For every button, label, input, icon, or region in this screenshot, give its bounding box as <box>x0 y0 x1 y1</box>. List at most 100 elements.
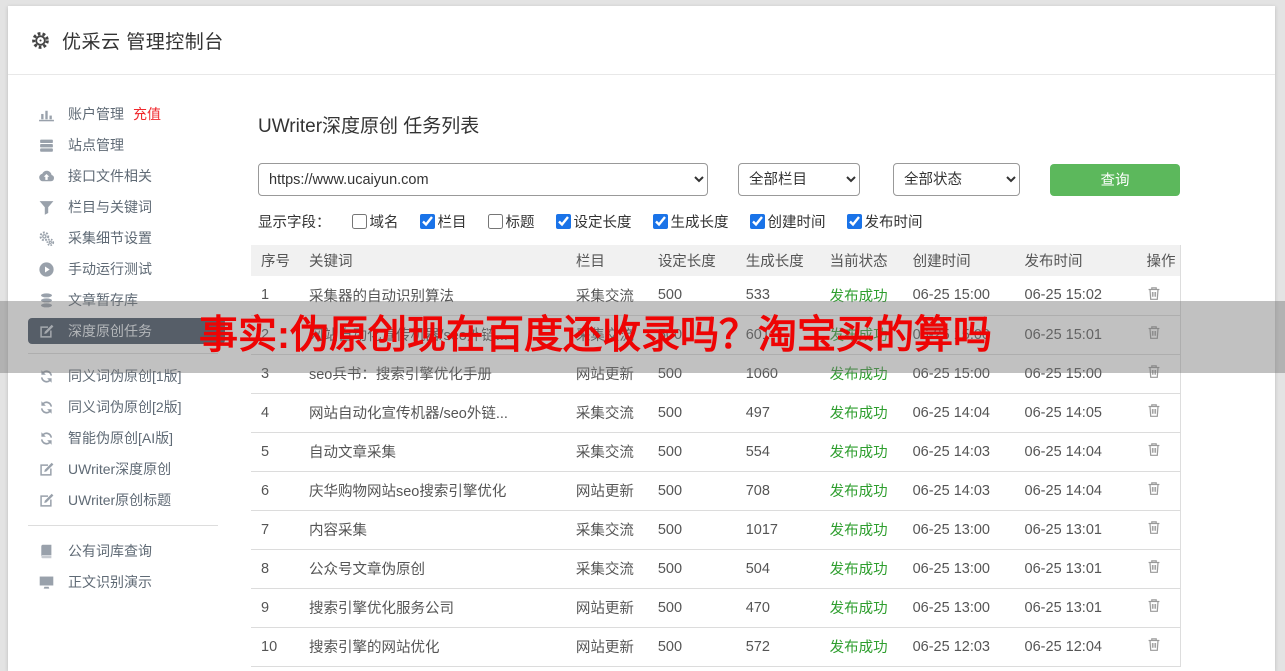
delete-button[interactable] <box>1146 597 1162 614</box>
delete-button[interactable] <box>1146 480 1162 497</box>
sidebar-item-label: 栏目与关键词 <box>68 199 152 215</box>
cell-status: 发布成功 <box>819 432 903 472</box>
cell-set-length: 500 <box>647 588 736 628</box>
field-checkbox-label: 标题 <box>505 215 535 231</box>
column-header: 栏目 <box>565 245 648 276</box>
column-select[interactable]: 全部栏目 <box>738 163 860 196</box>
cell-column: 采集交流 <box>565 510 648 550</box>
cell-action <box>1136 549 1181 589</box>
sidebar-item[interactable]: UWriter原创标题 <box>28 487 225 513</box>
cell-gen-length: 533 <box>735 276 820 316</box>
sidebar-item[interactable]: 同义词伪原创[1版] <box>28 363 225 389</box>
field-checkbox-input[interactable] <box>419 214 435 229</box>
delete-button[interactable] <box>1146 324 1162 341</box>
delete-button[interactable] <box>1146 558 1162 575</box>
cell-action <box>1136 627 1181 667</box>
cell-no: 8 <box>251 549 299 589</box>
cell-gen-length: 601 <box>735 315 820 355</box>
table-row: 5 自动文章采集 采集交流 500 554 发布成功 06-25 14:03 0… <box>251 432 1181 472</box>
cell-set-length: 500 <box>647 432 736 472</box>
sidebar-item[interactable]: 接口文件相关 <box>28 163 225 189</box>
field-checkbox-input[interactable] <box>846 214 862 229</box>
sidebar-item[interactable]: 公有词库查询 <box>28 538 225 564</box>
bar-chart-icon <box>38 106 55 123</box>
sidebar-item[interactable]: 文章暂存库 <box>28 287 225 313</box>
field-checkbox-label: 创建时间 <box>767 215 826 231</box>
column-header: 设定长度 <box>647 245 736 276</box>
recharge-link[interactable]: 充值 <box>133 104 161 124</box>
cell-set-length: 500 <box>647 471 736 511</box>
field-checkbox-input[interactable] <box>351 214 367 229</box>
table-row: 4 网站自动化宣传机器/seo外链... 采集交流 500 497 发布成功 0… <box>251 393 1181 433</box>
cell-keyword: 搜索引擎优化服务公司 <box>298 588 566 628</box>
filter-row: https://www.ucaiyun.com 全部栏目 全部状态 查询 <box>258 163 1275 196</box>
sidebar-item[interactable]: 栏目与关键词 <box>28 194 225 220</box>
gears-icon <box>38 230 55 247</box>
field-checkbox-input[interactable] <box>555 214 571 229</box>
column-header: 生成长度 <box>735 245 820 276</box>
query-button[interactable]: 查询 <box>1050 163 1180 196</box>
sidebar-item-label: 同义词伪原创[1版] <box>68 368 182 384</box>
sidebar-item[interactable]: 同义词伪原创[2版] <box>28 394 225 420</box>
edit-icon <box>38 323 55 340</box>
field-checkbox[interactable]: 创建时间 <box>749 211 826 232</box>
column-header: 关键词 <box>298 245 566 276</box>
cell-set-length: 500 <box>647 276 736 316</box>
field-checkbox[interactable]: 栏目 <box>419 211 467 232</box>
field-checkbox[interactable]: 标题 <box>487 211 535 232</box>
table-row: 7 内容采集 采集交流 500 1017 发布成功 06-25 13:00 06… <box>251 510 1181 550</box>
display-fields-row: 显示字段： 域名 栏目 标题 设定长度 生成长度 创建时间 发布时间 <box>258 211 1275 232</box>
delete-button[interactable] <box>1146 519 1162 536</box>
field-checkbox-input[interactable] <box>749 214 765 229</box>
cell-action <box>1136 393 1181 433</box>
cell-no: 7 <box>251 510 299 550</box>
refresh-icon <box>38 368 55 385</box>
field-checkbox-label: 发布时间 <box>864 215 923 231</box>
sidebar-item[interactable]: 站点管理 <box>28 132 225 158</box>
sidebar-item-label: 深度原创任务 <box>68 323 152 339</box>
cell-publish-time: 06-25 13:01 <box>1014 549 1137 589</box>
cell-action <box>1136 276 1181 316</box>
sidebar-group-rewrite: 同义词伪原创[1版] 同义词伪原创[2版] 智能伪原创[AI版] UWriter… <box>8 363 243 513</box>
column-header: 发布时间 <box>1014 245 1137 276</box>
field-checkbox[interactable]: 域名 <box>351 211 399 232</box>
delete-button[interactable] <box>1146 363 1162 380</box>
cell-gen-length: 497 <box>735 393 820 433</box>
cell-status: 发布成功 <box>819 588 903 628</box>
app-window: 优采云 管理控制台 账户管理 充值 站点管理 接口文件相关 栏目与关键词 采集细… <box>8 6 1275 671</box>
cell-publish-time: 06-25 14:05 <box>1014 393 1137 433</box>
field-checkbox[interactable]: 生成长度 <box>652 211 729 232</box>
table-row: 1 采集器的自动识别算法 采集交流 500 533 发布成功 06-25 15:… <box>251 276 1181 316</box>
status-select[interactable]: 全部状态 <box>893 163 1020 196</box>
sidebar-item-label: 正文识别演示 <box>68 574 152 590</box>
cell-action <box>1136 510 1181 550</box>
cell-action <box>1136 354 1181 394</box>
sidebar-item[interactable]: 正文识别演示 <box>28 569 225 595</box>
delete-button[interactable] <box>1146 402 1162 419</box>
cell-action <box>1136 471 1181 511</box>
cell-column: 采集交流 <box>565 276 648 316</box>
table-row: 10 搜索引擎的网站优化 网站更新 500 572 发布成功 06-25 12:… <box>251 627 1181 667</box>
delete-button[interactable] <box>1146 441 1162 458</box>
field-checkbox[interactable]: 设定长度 <box>555 211 632 232</box>
sidebar-divider <box>28 353 218 354</box>
delete-button[interactable] <box>1146 285 1162 302</box>
edit-icon <box>38 461 55 478</box>
cell-no: 6 <box>251 471 299 511</box>
sidebar-item[interactable]: 智能伪原创[AI版] <box>28 425 225 451</box>
field-checkbox[interactable]: 发布时间 <box>846 211 923 232</box>
cell-set-length: 500 <box>647 627 736 667</box>
sidebar-item[interactable]: 采集细节设置 <box>28 225 225 251</box>
main-content: UWriter深度原创 任务列表 https://www.ucaiyun.com… <box>243 75 1275 671</box>
field-checkbox-label: 栏目 <box>437 215 467 231</box>
field-checkbox-input[interactable] <box>652 214 668 229</box>
field-checkbox-input[interactable] <box>487 214 503 229</box>
site-select[interactable]: https://www.ucaiyun.com <box>258 163 708 196</box>
sidebar-item[interactable]: 深度原创任务 <box>28 318 225 344</box>
field-checkboxes: 域名 栏目 标题 设定长度 生成长度 创建时间 发布时间 <box>331 211 923 232</box>
sidebar-item[interactable]: UWriter深度原创 <box>28 456 225 482</box>
sidebar-item-label: 手动运行测试 <box>68 261 152 277</box>
delete-button[interactable] <box>1146 636 1162 653</box>
sidebar-item[interactable]: 手动运行测试 <box>28 256 225 282</box>
sidebar-item[interactable]: 账户管理 充值 <box>28 101 225 127</box>
